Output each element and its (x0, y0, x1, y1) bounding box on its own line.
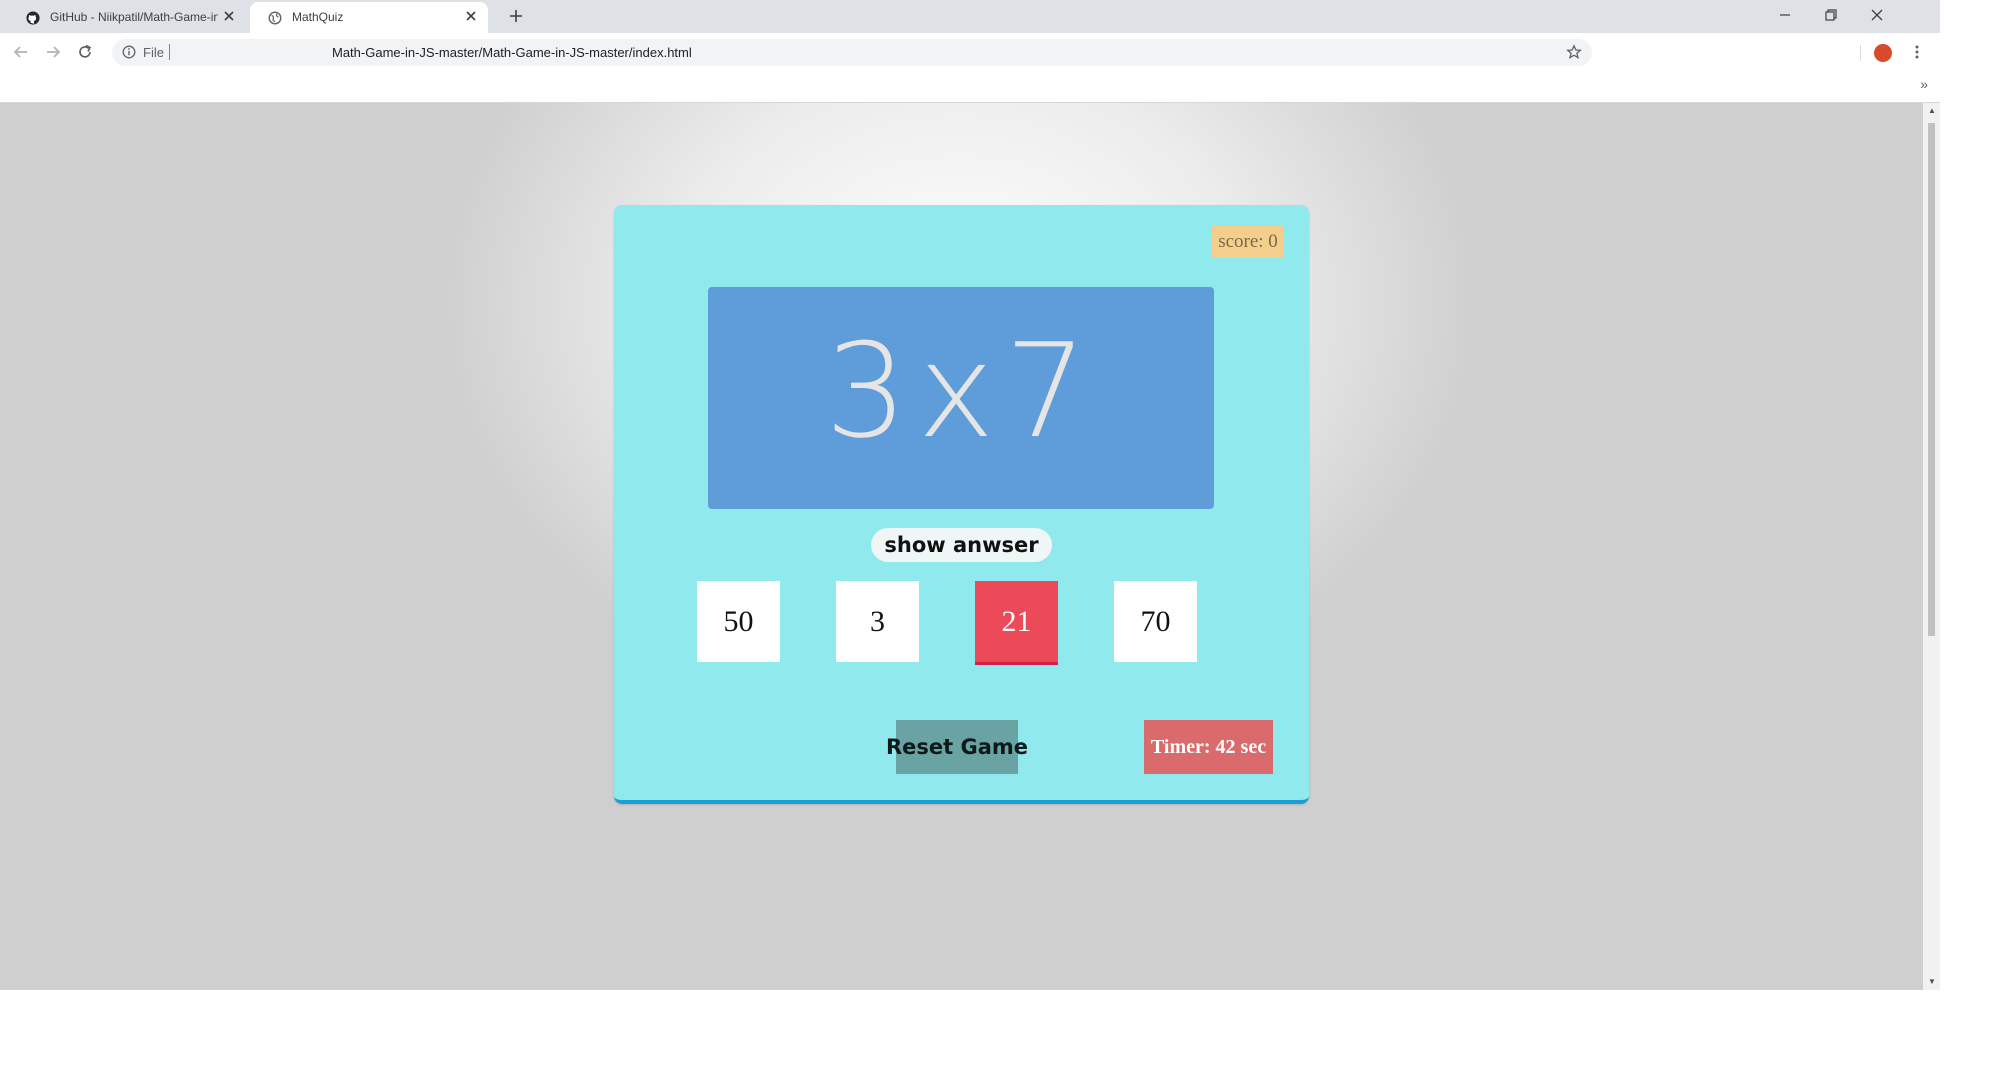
scroll-up-arrow-icon[interactable]: ▲ (1928, 107, 1936, 115)
globe-icon (268, 11, 282, 25)
question-box: 3x7 (708, 287, 1214, 509)
menu-icon[interactable] (1908, 43, 1926, 61)
close-tab-icon[interactable] (464, 9, 478, 23)
tab-title: GitHub - Niikpatil/Math-Game-in (50, 10, 218, 24)
github-icon (26, 11, 40, 25)
url-scheme-label: File (143, 45, 164, 60)
close-tab-icon[interactable] (222, 9, 236, 23)
close-window-icon[interactable] (1868, 6, 1886, 24)
tab-mathquiz[interactable]: MathQuiz (250, 2, 488, 33)
address-separator (169, 44, 170, 60)
restore-icon[interactable] (1822, 6, 1840, 24)
minimize-icon[interactable] (1776, 6, 1794, 24)
toolbar: File Math-Game-in-JS-master/Math-Game-in… (0, 33, 1940, 72)
address-bar[interactable]: File Math-Game-in-JS-master/Math-Game-in… (112, 39, 1592, 66)
bookmarks-bar: » (0, 72, 1940, 103)
tab-strip: GitHub - Niikpatil/Math-Game-in MathQuiz (0, 0, 1940, 33)
scroll-thumb[interactable] (1928, 123, 1935, 636)
game-container: score: 0 3x7 show anwser 50 3 21 70 Rese… (614, 205, 1309, 804)
answer-choice-4[interactable]: 70 (1114, 581, 1197, 662)
info-icon[interactable] (122, 45, 136, 59)
page-viewport: score: 0 3x7 show anwser 50 3 21 70 Rese… (0, 103, 1923, 990)
tab-github[interactable]: GitHub - Niikpatil/Math-Game-in (8, 2, 246, 33)
forward-icon[interactable] (44, 43, 62, 61)
extension-icon[interactable] (1874, 44, 1892, 62)
url-text[interactable]: Math-Game-in-JS-master/Math-Game-in-JS-m… (332, 45, 692, 60)
tab-title: MathQuiz (292, 10, 344, 24)
new-tab-icon[interactable] (508, 8, 524, 24)
page-scrollbar[interactable]: ▲ ▼ (1923, 103, 1940, 990)
score-display: score: 0 (1212, 226, 1284, 258)
bookmarks-overflow-chevron[interactable]: » (1920, 76, 1928, 92)
question-text: 3x7 (824, 315, 1098, 467)
browser-window: GitHub - Niikpatil/Math-Game-in MathQuiz (0, 0, 1940, 1000)
answer-choice-1[interactable]: 50 (697, 581, 780, 662)
answer-choice-2[interactable]: 3 (836, 581, 919, 662)
answer-choice-3[interactable]: 21 (975, 581, 1058, 665)
show-answer-button[interactable]: show anwser (871, 528, 1052, 562)
reload-icon[interactable] (76, 43, 94, 61)
toolbar-separator (1860, 45, 1861, 61)
back-icon[interactable] (12, 43, 30, 61)
scroll-down-arrow-icon[interactable]: ▼ (1928, 978, 1936, 986)
reset-game-button[interactable]: Reset Game (886, 720, 1028, 774)
bookmark-star-icon[interactable] (1566, 44, 1582, 60)
timer-display: Timer: 42 sec (1144, 720, 1273, 774)
